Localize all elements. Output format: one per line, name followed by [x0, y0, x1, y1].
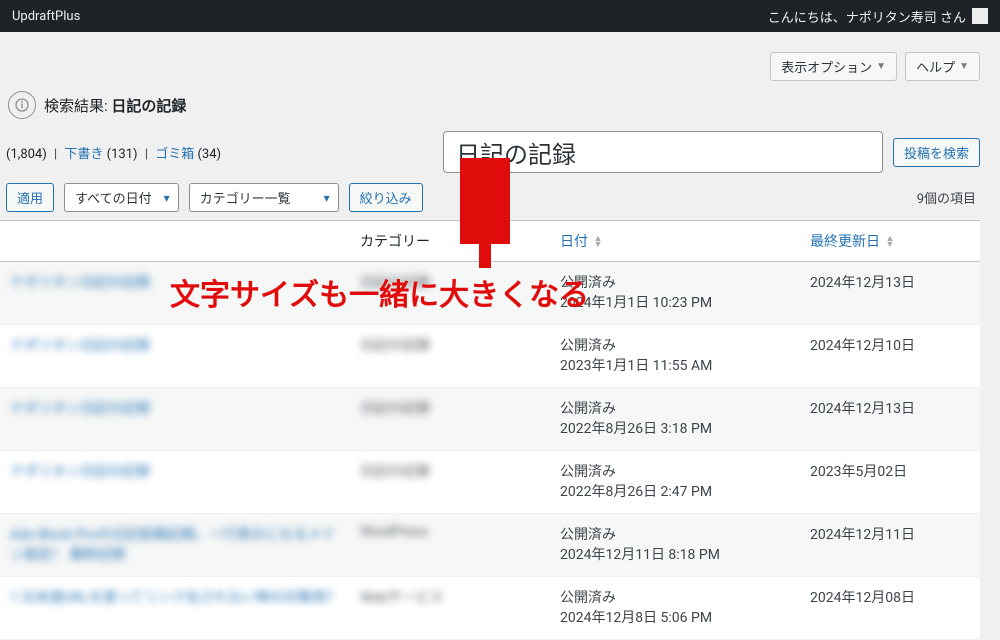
col-date[interactable]: 日付 ▲▼ [550, 221, 800, 262]
post-status: 公開済み [560, 464, 616, 480]
post-status: 公開済み [560, 590, 616, 606]
col-title[interactable] [0, 221, 350, 262]
post-modified: 2024年12月08日 [810, 590, 915, 606]
admin-bar-plugin[interactable]: UpdraftPlus [12, 9, 80, 24]
post-title: ナポリタン日記の記録 [10, 275, 150, 291]
search-posts-button[interactable]: 投稿を検索 [893, 138, 980, 167]
post-category: 日記の記録 [360, 275, 430, 291]
greeting-text: こんにちは、ナポリタン寿司 さん [768, 7, 966, 26]
post-title: 1 日本語URLを使ってリンク化されない時の対策用？ [10, 590, 340, 606]
post-date: 2022年8月26日 3:18 PM [560, 421, 712, 437]
post-date: 2022年8月26日 2:47 PM [560, 484, 712, 500]
apply-button[interactable]: 適用 [6, 183, 54, 212]
drafts-count: (131) [107, 147, 138, 162]
category-filter-select[interactable]: カテゴリー一覧 [189, 183, 339, 212]
post-status: 公開済み [560, 401, 616, 417]
drafts-link[interactable]: 下書き [64, 147, 103, 162]
post-status: 公開済み [560, 275, 616, 291]
page-title: 検索結果: 日記の記録 [44, 95, 186, 116]
post-status: 公開済み [560, 527, 616, 543]
items-count: 9個の項目 [917, 188, 980, 207]
date-filter-select[interactable]: すべての日付 [64, 183, 179, 212]
sort-icon: ▲▼ [593, 236, 602, 248]
help-button[interactable]: ヘルプ ▼ [905, 52, 980, 81]
admin-bar-account[interactable]: こんにちは、ナポリタン寿司 さん [768, 7, 988, 26]
post-modified: 2024年12月10日 [810, 338, 915, 354]
post-category: 日記の記録 [360, 464, 430, 480]
col-modified[interactable]: 最終更新日 ▲▼ [800, 221, 980, 262]
post-title: ナポリタン日記の記録 [10, 464, 150, 480]
status-filter-links: (1,804) | 下書き (131) | ゴミ箱 (34) [6, 143, 221, 162]
col-category: カテゴリー [350, 221, 550, 262]
avatar [972, 8, 988, 24]
post-title: Ads Block Proの日記投稿記録。一行表示になるメイン設定！ 最新記録 [10, 527, 335, 563]
display-options-button[interactable]: 表示オプション ▼ [770, 52, 897, 81]
search-posts-input[interactable] [443, 131, 883, 173]
post-modified: 2024年12月13日 [810, 401, 915, 417]
chevron-down-icon: ▼ [876, 61, 886, 72]
post-date: 2024年1月1日 10:23 PM [560, 295, 712, 311]
post-modified: 2024年12月13日 [810, 275, 915, 291]
post-date: 2024年12月8日 5:06 PM [560, 610, 712, 626]
post-category: Webサービス [360, 590, 444, 606]
chevron-down-icon: ▼ [959, 61, 969, 72]
admin-bar: UpdraftPlus こんにちは、ナポリタン寿司 さん [0, 0, 1000, 32]
sort-icon: ▲▼ [885, 236, 894, 248]
post-title: ナポリタン日記の記録 [10, 401, 150, 417]
table-row[interactable]: ナポリタン日記の記録 日記の記録 公開済み 2023年1月1日 11:55 AM 202… [0, 325, 980, 388]
post-category: WordPress [360, 524, 428, 540]
all-count: (1,804) [6, 147, 47, 162]
post-date: 2024年12月11日 8:18 PM [560, 547, 720, 563]
post-category: 日記の記録 [360, 401, 430, 417]
table-row[interactable]: ナポリタン日記の記録 日記の記録 公開済み 2024年1月1日 10:23 PM 202… [0, 262, 980, 325]
table-row[interactable]: Ads Block Proの日記投稿記録。一行表示になるメイン設定！ 最新記録 W… [0, 514, 980, 577]
post-status: 公開済み [560, 338, 616, 354]
table-row[interactable]: 1 日本語URLを使ってリンク化されない時の対策用？ Webサービス 公開済み 202… [0, 577, 980, 640]
post-modified: 2024年12月11日 [810, 527, 915, 543]
display-options-label: 表示オプション [781, 57, 872, 76]
post-title: ナポリタン日記の記録 [10, 338, 150, 354]
help-label: ヘルプ [916, 57, 955, 76]
post-modified: 2023年5月02日 [810, 464, 907, 480]
post-date: 2023年1月1日 11:55 AM [560, 358, 712, 374]
post-category: 日記の記録 [360, 338, 430, 354]
trash-link[interactable]: ゴミ箱 [155, 147, 194, 162]
posts-table: カテゴリー 日付 ▲▼ 最終更新日 ▲▼ ナポリタン日記の記録日記の記録公開済み… [0, 220, 980, 640]
trash-count: (34) [197, 147, 221, 162]
table-row[interactable]: ナポリタン日記の記録 日記の記録 公開済み 2022年8月26日 3:18 PM 202… [0, 388, 980, 451]
table-row[interactable]: ナポリタン日記の記録 日記の記録 公開済み 2022年8月26日 2:47 PM 202… [0, 451, 980, 514]
filter-button[interactable]: 絞り込み [349, 183, 423, 212]
info-icon [8, 91, 36, 119]
